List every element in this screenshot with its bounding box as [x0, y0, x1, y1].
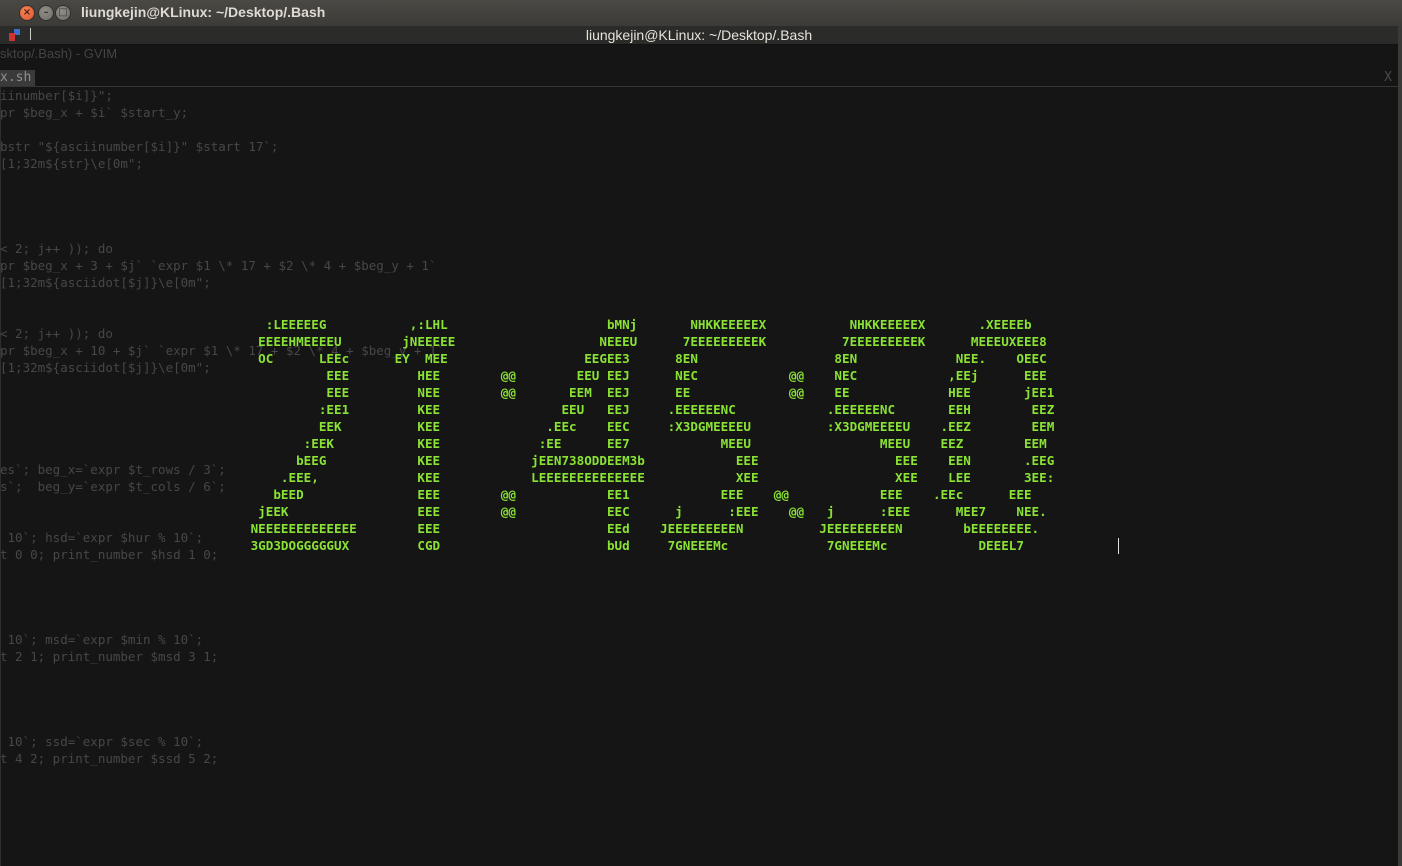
window-right-border — [1398, 26, 1402, 866]
clock-art-line: EEEEHMEEEEU jNEEEEE NEEEU 7EEEEEEEEEK 7E… — [243, 334, 1047, 349]
gvim-window-title: sktop/.Bash) - GVIM — [0, 46, 118, 61]
minimize-window-button[interactable]: – — [38, 5, 54, 21]
clock-art-line: bEED EEE @@ EE1 EEE @@ EEE .EEc EEE — [243, 487, 1032, 502]
clock-art-line: bEEG KEE jEEN738ODDEEM3b EEE EEE EEN .EE… — [243, 453, 1055, 468]
gvim-tab-close-button[interactable]: X — [1384, 70, 1392, 86]
outer-window-title: liungkejin@KLinux: ~/Desktop/.Bash — [81, 4, 326, 20]
clock-art-line: :EEK KEE :EE EE7 MEEU MEEU EEZ EEM — [243, 436, 1047, 451]
clock-art-line: EEE HEE @@ EEU EEJ NEC @@ NEC ,EEj EEE — [243, 368, 1047, 383]
gvim-tabline: x.sh X — [0, 69, 1398, 87]
maximize-window-button[interactable]: □ — [55, 5, 71, 21]
clock-art-line: EEE NEE @@ EEM EEJ EE @@ EE HEE jEE1 — [243, 385, 1055, 400]
code-line: [1;32m${str}\e[0m"; — [0, 156, 143, 171]
code-line: [1;32m${asciidot[$j]}\e[0m"; — [0, 360, 211, 375]
clock-art-line: .EEE, KEE LEEEEEEEEEEEEEE XEE XEE LEE 3E… — [243, 470, 1055, 485]
clock-art-line: OC LEEc EY MEE EEGEE3 8EN 8EN NEE. OEEC — [243, 351, 1047, 366]
clock-art-line: EEK KEE .EEc EEC :X3DGMEEEEU :X3DGMEEEEU… — [243, 419, 1055, 434]
code-line: es`; beg_x=`expr $t_rows / 3`; — [0, 462, 226, 477]
code-line: 10`; msd=`expr $min % 10`; — [0, 632, 204, 647]
code-line: iinumber[$i]}"; — [0, 88, 113, 103]
clock-art-line: :LEEEEEG ,:LHL bMNj NHKKEEEEEX NHKKEEEEE… — [243, 317, 1032, 332]
code-line: pr $beg_x + $i` $start_y; — [0, 105, 189, 120]
code-line: pr $beg_x + 3 + $j` `expr $1 \* 17 + $2 … — [0, 258, 437, 273]
code-line: 10`; ssd=`expr $sec % 10`; — [0, 734, 204, 749]
gvim-tab[interactable]: x.sh — [0, 70, 36, 86]
code-line: t 2 1; print_number $msd 3 1; — [0, 649, 219, 664]
code-line: t 0 0; print_number $hsd 1 0; — [0, 547, 219, 562]
clock-art-line: jEEK EEE @@ EEC j :EEE @@ j :EEE MEE7 NE… — [243, 504, 1047, 519]
clock-art-line: 3GD3DOGGGGGUX CGD bUd 7GNEEEMc 7GNEEEMc … — [243, 538, 1024, 553]
code-line: < 2; j++ )); do — [0, 241, 113, 256]
outer-window-titlebar: × – □ liungkejin@KLinux: ~/Desktop/.Bash — [0, 0, 1402, 27]
terminal-title: liungkejin@KLinux: ~/Desktop/.Bash — [585, 27, 813, 43]
code-line: [1;32m${asciidot[$j]}\e[0m"; — [0, 275, 211, 290]
clock-art-line: :EE1 KEE EEU EEJ .EEEEEENC .EEEEEENC EEH… — [243, 402, 1055, 417]
close-window-button[interactable]: × — [19, 5, 35, 21]
ascii-clock-display: :LEEEEEG ,:LHL bMNj NHKKEEEEEX NHKKEEEEE… — [243, 316, 1055, 554]
code-line: 10`; hsd=`expr $hur % 10`; — [0, 530, 204, 545]
code-line: s`; beg_y=`expr $t_cols / 6`; — [0, 479, 226, 494]
code-line: < 2; j++ )); do — [0, 326, 113, 341]
terminal-cursor — [1118, 538, 1119, 554]
code-line: bstr "${asciinumber[$i]}" $start 17`; — [0, 139, 279, 154]
code-line: t 4 2; print_number $ssd 5 2; — [0, 751, 219, 766]
clock-art-line: NEEEEEEEEEEEEE EEE EEd JEEEEEEEEEN JEEEE… — [243, 521, 1040, 536]
terminal-titlebar: liungkejin@KLinux: ~/Desktop/.Bash — [0, 26, 1398, 45]
